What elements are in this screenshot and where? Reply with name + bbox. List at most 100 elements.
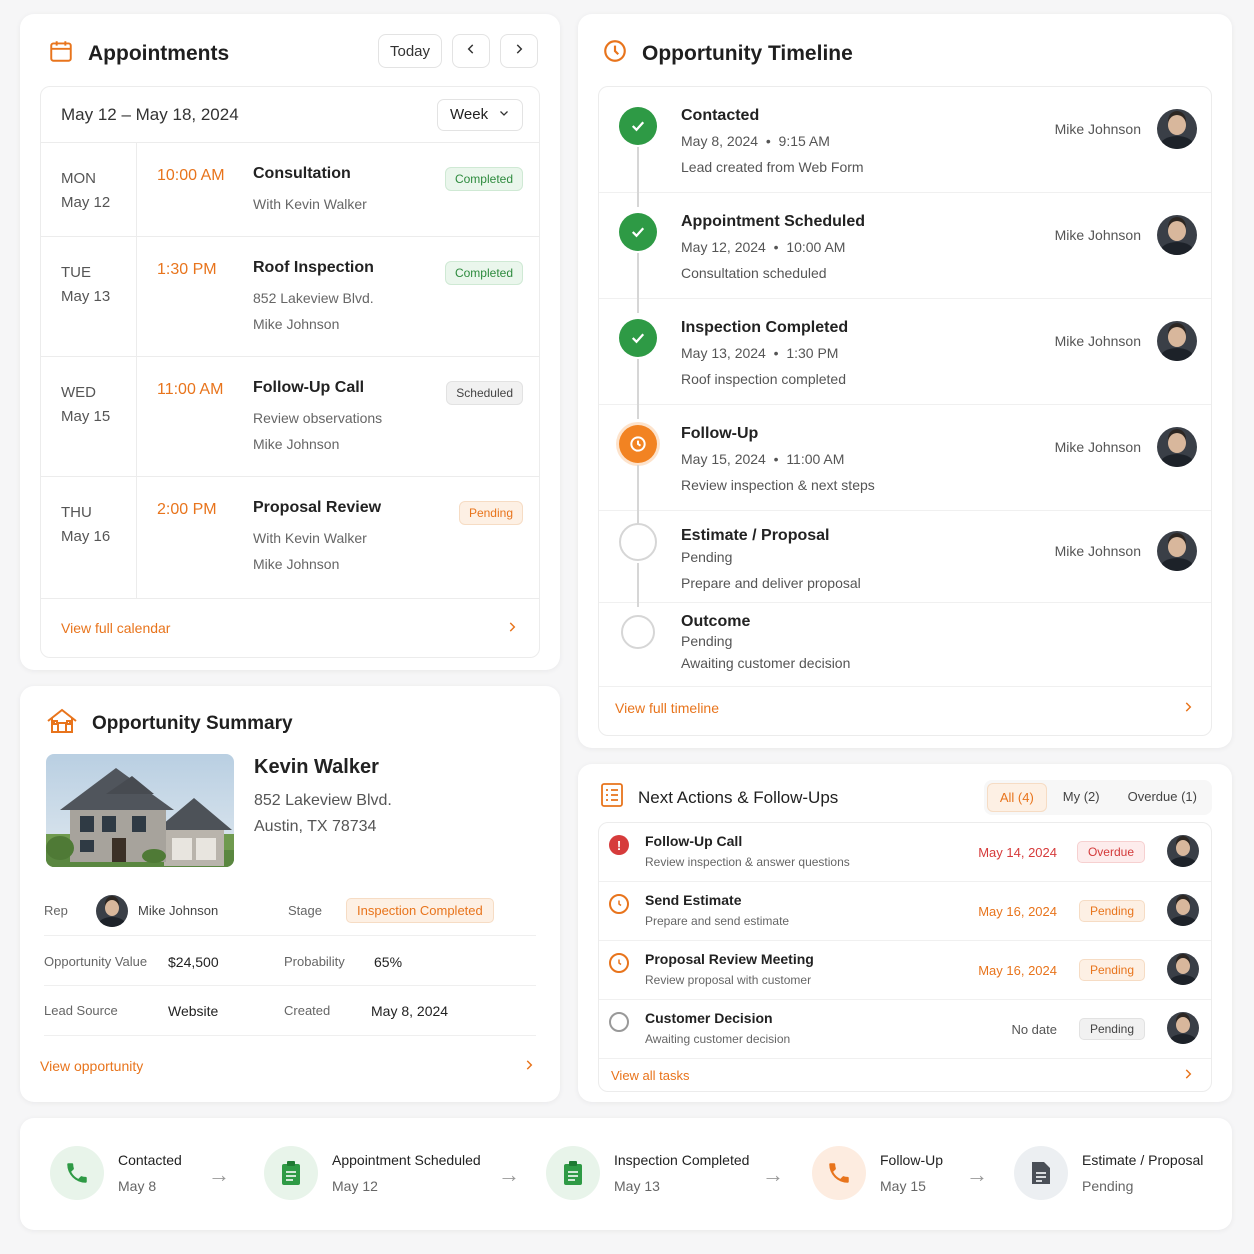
timeline-item-title: Inspection Completed <box>681 319 849 336</box>
arrow-right-icon: → <box>966 1162 988 1187</box>
timeline-item[interactable]: Follow-Up May 15, 2024 • 11:00 AM Review… <box>599 405 1211 525</box>
avatar <box>1157 215 1197 255</box>
status-badge: Completed <box>444 167 523 191</box>
timeline-list: Contacted May 8, 2024 • 9:15 AM Lead cre… <box>598 86 1212 736</box>
task-row[interactable]: Customer Decision Awaiting customer deci… <box>599 1000 1211 1059</box>
status-badge: Scheduled <box>446 381 523 405</box>
step-subtitle: May 13 <box>614 1178 660 1194</box>
empty-circle-icon <box>621 615 655 649</box>
empty-circle-icon <box>609 1012 629 1032</box>
view-full-timeline-label: View full timeline <box>615 700 720 716</box>
clock-icon <box>602 38 628 69</box>
phone-icon <box>812 1146 866 1200</box>
task-title: Customer Decision <box>645 1010 773 1026</box>
view-opportunity-link[interactable]: View opportunity <box>40 1048 536 1084</box>
timeline-item-status: Pending <box>681 633 733 649</box>
view-select[interactable]: Week <box>437 98 523 131</box>
appointment-detail: Review observations <box>253 410 383 426</box>
stage-label: Stage <box>288 903 322 918</box>
tab-overdue[interactable]: Overdue (1) <box>1116 783 1209 812</box>
avatar <box>1157 531 1197 571</box>
task-row[interactable]: Send Estimate Prepare and send estimate … <box>599 882 1211 941</box>
tab-all[interactable]: All (4) <box>986 783 1047 812</box>
task-title: Follow-Up Call <box>645 833 743 849</box>
task-date: No date <box>1011 1022 1057 1037</box>
document-icon <box>1014 1146 1068 1200</box>
clock-icon <box>619 425 657 463</box>
appointment-time: 10:00 AM <box>157 167 225 184</box>
step-subtitle: Pending <box>1082 1178 1134 1194</box>
progress-step: Contacted May 8 <box>50 1146 182 1200</box>
view-full-calendar-link[interactable]: View full calendar <box>41 599 539 657</box>
task-row[interactable]: ! Follow-Up Call Review inspection & ans… <box>599 823 1211 882</box>
appointments-list: May 12 – May 18, 2024 Week MON May 12 10:… <box>40 86 540 658</box>
timeline-item-title: Estimate / Proposal <box>681 527 830 544</box>
next-week-button[interactable] <box>500 34 538 68</box>
value-label: Opportunity Value <box>44 954 148 969</box>
timeline-item[interactable]: Contacted May 8, 2024 • 9:15 AM Lead cre… <box>599 87 1211 207</box>
progress-step: Appointment Scheduled May 12 <box>264 1146 481 1200</box>
appointment-date: May 13 <box>61 288 111 305</box>
timeline-item-note: Prepare and deliver proposal <box>681 575 861 591</box>
appointment-date: May 15 <box>61 408 111 425</box>
empty-circle-icon <box>619 523 657 561</box>
prev-week-button[interactable] <box>452 34 490 68</box>
timeline-item-title: Outcome <box>681 613 751 630</box>
step-subtitle: May 15 <box>880 1178 926 1194</box>
timeline-item-time: 1:30 PM <box>786 345 839 361</box>
timeline-item[interactable]: Inspection Completed May 13, 2024 • 1:30… <box>599 299 1211 419</box>
view-full-calendar-label: View full calendar <box>61 620 171 636</box>
timeline-item[interactable]: Estimate / Proposal Pending Prepare and … <box>599 511 1211 607</box>
appointments-card: Appointments Today May 12 – May 18, 2024… <box>20 14 560 670</box>
appointment-row[interactable]: THU May 16 2:00 PM Proposal Review With Ke… <box>41 477 539 599</box>
timeline-item[interactable]: Outcome Pending Awaiting customer decisi… <box>599 603 1211 687</box>
step-title: Contacted <box>118 1152 182 1168</box>
chevron-down-icon <box>498 106 510 123</box>
progress-step: Estimate / Proposal Pending <box>1014 1146 1203 1200</box>
task-subtitle: Review proposal with customer <box>645 973 812 987</box>
address-line1: 852 Lakeview Blvd. <box>254 792 392 809</box>
tab-my[interactable]: My (2) <box>1051 783 1112 812</box>
next-actions-card: Next Actions & Follow-Ups All (4) My (2)… <box>578 764 1232 1102</box>
view-all-tasks-link[interactable]: View all tasks <box>599 1059 1211 1091</box>
rep-label: Rep <box>44 903 68 918</box>
view-select-value: Week <box>450 106 489 123</box>
task-list: ! Follow-Up Call Review inspection & ans… <box>598 822 1212 1092</box>
step-title: Inspection Completed <box>614 1152 750 1168</box>
step-subtitle: May 12 <box>332 1178 378 1194</box>
appointment-row[interactable]: TUE May 13 1:30 PM Roof Inspection 852 Lak… <box>41 237 539 357</box>
timeline-item-time: 9:15 AM <box>778 133 830 149</box>
task-title: Send Estimate <box>645 892 742 908</box>
week-range: May 12 – May 18, 2024 <box>61 104 239 124</box>
lead-source-value: Website <box>168 1002 219 1019</box>
appointment-detail: With Kevin Walker <box>253 196 367 212</box>
progress-strip: Contacted May 8 → Appointment Scheduled Ma… <box>20 1118 1232 1230</box>
clipboard-icon <box>546 1146 600 1200</box>
chevron-right-icon <box>505 620 519 637</box>
today-button[interactable]: Today <box>378 34 442 68</box>
view-full-timeline-link[interactable]: View full timeline <box>599 687 1211 729</box>
step-title: Follow-Up <box>880 1152 944 1168</box>
step-title: Appointment Scheduled <box>332 1152 481 1168</box>
step-title: Estimate / Proposal <box>1082 1152 1204 1168</box>
task-subtitle: Prepare and send estimate <box>645 914 790 928</box>
arrow-right-icon: → <box>762 1162 784 1187</box>
appointment-row[interactable]: WED May 15 11:00 AM Follow-Up Call Review … <box>41 357 539 477</box>
avatar <box>1167 1012 1199 1044</box>
timeline-item-time: 11:00 AM <box>786 451 845 467</box>
timeline-item[interactable]: Appointment Scheduled May 12, 2024 • 10:… <box>599 193 1211 313</box>
address-line2: Austin, TX 78734 <box>254 818 377 835</box>
task-date: May 16, 2024 <box>978 963 1057 978</box>
appointment-dow: THU <box>61 504 92 521</box>
opportunity-value: $24,500 <box>168 953 219 970</box>
check-icon <box>619 213 657 251</box>
appointment-detail: 852 Lakeview Blvd. <box>253 290 374 306</box>
timeline-card: Opportunity Timeline Contacted May 8, 20… <box>578 14 1232 748</box>
appointment-row[interactable]: MON May 12 10:00 AM Consultation With Kevi… <box>41 143 539 237</box>
appointment-date: May 12 <box>61 194 111 211</box>
avatar <box>1157 109 1197 149</box>
clock-icon <box>609 953 629 973</box>
chevron-right-icon <box>1181 1067 1195 1084</box>
next-actions-title: Next Actions & Follow-Ups <box>638 787 839 807</box>
task-row[interactable]: Proposal Review Meeting Review proposal … <box>599 941 1211 1000</box>
